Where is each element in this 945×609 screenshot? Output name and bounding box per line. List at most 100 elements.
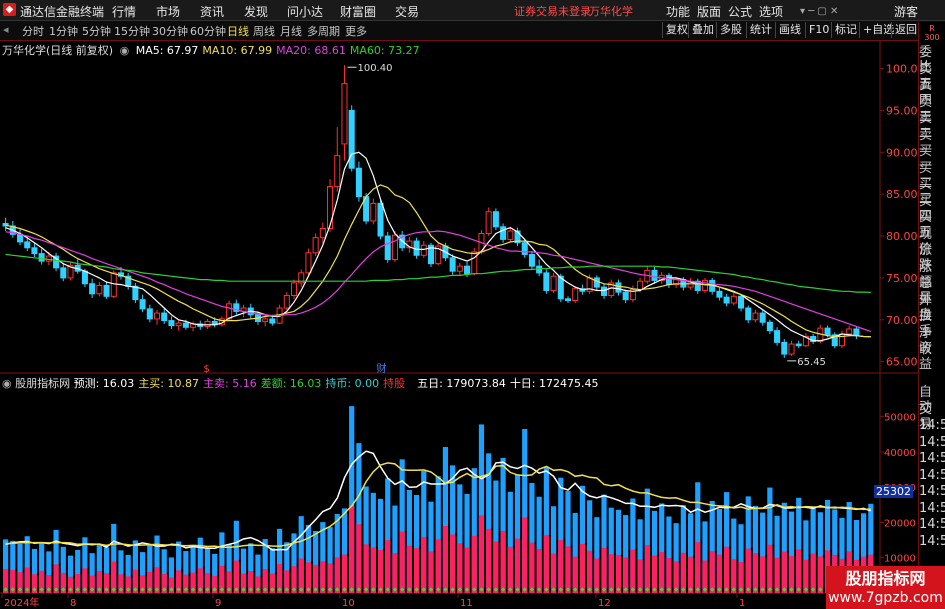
ma-label-2: MA20: 68.61 bbox=[276, 44, 346, 57]
sidebar-tick-2[interactable]: 14:56 bbox=[919, 418, 945, 433]
btn-f10[interactable]: F10 bbox=[805, 22, 832, 38]
candle-body bbox=[745, 307, 752, 321]
sidebar-tick-9[interactable]: 14:56 bbox=[919, 534, 945, 549]
menu-xuanxiang[interactable]: 选项 bbox=[759, 3, 783, 20]
volume-bar-sell bbox=[579, 543, 586, 593]
period-1min[interactable]: 1分钟 bbox=[49, 23, 78, 39]
volume-bar-sell bbox=[457, 543, 463, 593]
candle-body bbox=[456, 265, 463, 272]
toolbar-arrow-icon[interactable]: ◂ bbox=[3, 23, 9, 36]
candle-body bbox=[17, 233, 24, 243]
period-daily[interactable]: 日线 bbox=[227, 23, 249, 39]
x-tick-label-0: 2024年 bbox=[4, 596, 39, 609]
btn-diejia[interactable]: 叠加 bbox=[688, 22, 717, 38]
candle-body bbox=[420, 244, 427, 256]
btn-duogu[interactable]: 多股 bbox=[716, 22, 745, 38]
menu-caifuquan[interactable]: 财富圈 bbox=[340, 3, 376, 20]
watermark-line2: www.7gpzb.com bbox=[828, 590, 943, 606]
period-monthly[interactable]: 月线 bbox=[280, 23, 302, 39]
candle-body bbox=[507, 230, 514, 240]
period-fenshi[interactable]: 分时 bbox=[22, 23, 44, 39]
candle-body bbox=[262, 318, 269, 322]
indicator-icon[interactable]: ◉ bbox=[2, 377, 12, 390]
candle-body bbox=[312, 237, 319, 254]
sidebar-tick-4[interactable]: 14:56 bbox=[919, 451, 945, 466]
x-tick-label-2: 9 bbox=[215, 598, 221, 609]
login-warning[interactable]: 证券交易未登录 bbox=[514, 3, 591, 19]
candle-body bbox=[45, 255, 52, 262]
period-15min[interactable]: 15分钟 bbox=[114, 23, 150, 39]
stock-name-title: 万华化学 bbox=[589, 5, 633, 18]
app-title: 通达信金融终端 bbox=[20, 5, 105, 19]
candle-body bbox=[168, 320, 175, 327]
sidebar-tick-5[interactable]: 14:56 bbox=[919, 468, 945, 483]
vol-tick-label-1: 40000 bbox=[884, 448, 916, 459]
candle-body bbox=[24, 241, 31, 249]
btn-back[interactable]: 返回 bbox=[891, 22, 920, 38]
settings-icon[interactable]: ◉ bbox=[120, 44, 130, 57]
menu-hangqing[interactable]: 行情 bbox=[112, 3, 136, 20]
volume-bar-sell bbox=[442, 526, 449, 593]
volume-bar-sell bbox=[450, 534, 456, 593]
x-tick-label-1: 8 bbox=[70, 598, 76, 609]
candle-body bbox=[377, 202, 384, 237]
volume-bar-sell bbox=[810, 553, 816, 593]
volume-bar-sell bbox=[767, 544, 773, 593]
window-controls-icon[interactable]: ▾ ─ ▢ ✕ bbox=[800, 6, 838, 17]
indicator-title[interactable]: 股朋指标网 bbox=[15, 377, 70, 390]
menu-zixun[interactable]: 资讯 bbox=[200, 3, 224, 20]
sidebar-tick-6[interactable]: 14:56 bbox=[919, 484, 945, 499]
menu-gongshi[interactable]: 公式 bbox=[728, 3, 752, 20]
period-30min[interactable]: 30分钟 bbox=[152, 23, 188, 39]
candle-body bbox=[853, 328, 860, 337]
period-weekly[interactable]: 周线 bbox=[253, 23, 275, 39]
menu-banmian[interactable]: 版面 bbox=[697, 3, 721, 20]
volume-bar-sell bbox=[529, 542, 535, 593]
candle-body bbox=[788, 343, 795, 355]
sidebar-badge[interactable]: R 300 bbox=[921, 24, 943, 42]
volume-bar-sell bbox=[514, 538, 521, 593]
vol-tick-label-0: 50000 bbox=[884, 413, 916, 424]
btn-fuquan[interactable]: 复权 bbox=[662, 22, 691, 38]
candle-body bbox=[572, 288, 579, 302]
candle-body bbox=[161, 312, 168, 322]
candle-body bbox=[521, 242, 528, 255]
period-more[interactable]: 更多 bbox=[345, 23, 367, 39]
menu-shichang[interactable]: 市场 bbox=[156, 3, 180, 20]
candle-body bbox=[730, 295, 737, 304]
volume-bar-sell bbox=[558, 540, 564, 593]
price-tick-label-6: 70.00 bbox=[886, 314, 918, 327]
watermark-line1: 股朋指标网 bbox=[845, 569, 926, 588]
volume-bar-sell bbox=[428, 551, 434, 593]
candle-body bbox=[824, 327, 831, 336]
ma-label-1: MA10: 67.99 bbox=[202, 44, 273, 57]
btn-huaxian[interactable]: 画线 bbox=[775, 22, 804, 38]
candle-body bbox=[226, 303, 233, 320]
volume-bar-sell bbox=[543, 535, 549, 593]
sidebar-label-18[interactable]: 收益 bbox=[919, 342, 932, 372]
price-tick-label-2: 90.00 bbox=[886, 146, 918, 159]
volume-bar-sell bbox=[695, 542, 701, 593]
sidebar-tick-8[interactable]: 14:56 bbox=[919, 517, 945, 532]
menu-wenxiaoda[interactable]: 问小达 bbox=[287, 3, 323, 20]
candle-body bbox=[471, 251, 478, 275]
guest-label[interactable]: 游客 bbox=[894, 3, 918, 20]
kline-chart-area[interactable]: 100.0 95.00 90.00 85.00 80.00 75.00 70.00 65.00… bbox=[0, 40, 918, 609]
candle-body bbox=[846, 328, 853, 335]
menu-jiaoyi[interactable]: 交易 bbox=[395, 3, 419, 20]
volume-bar-sell bbox=[385, 540, 391, 593]
menu-gongneng[interactable]: 功能 bbox=[666, 3, 690, 20]
sidebar-tick-3[interactable]: 14:56 bbox=[919, 435, 945, 450]
candle-body bbox=[355, 167, 362, 198]
period-multi[interactable]: 多周期 bbox=[307, 23, 340, 39]
sidebar-tick-7[interactable]: 14:56 bbox=[919, 501, 945, 516]
btn-biaoji[interactable]: 标记 bbox=[831, 22, 860, 38]
period-60min[interactable]: 60分钟 bbox=[190, 23, 226, 39]
price-tick-label-3: 85.00 bbox=[886, 188, 918, 201]
period-5min[interactable]: 5分钟 bbox=[82, 23, 111, 39]
btn-tongji[interactable]: 统计 bbox=[746, 22, 775, 38]
menu-faxian[interactable]: 发现 bbox=[244, 3, 268, 20]
indicator-header: ◉ 股朋指标网 预测: 16.03 主买: 10.87 主卖: 5.16 差额: 16… bbox=[2, 375, 603, 391]
indicator-field-3: 差额: 16.03 bbox=[260, 377, 322, 390]
volume-bar-sell bbox=[507, 546, 513, 593]
